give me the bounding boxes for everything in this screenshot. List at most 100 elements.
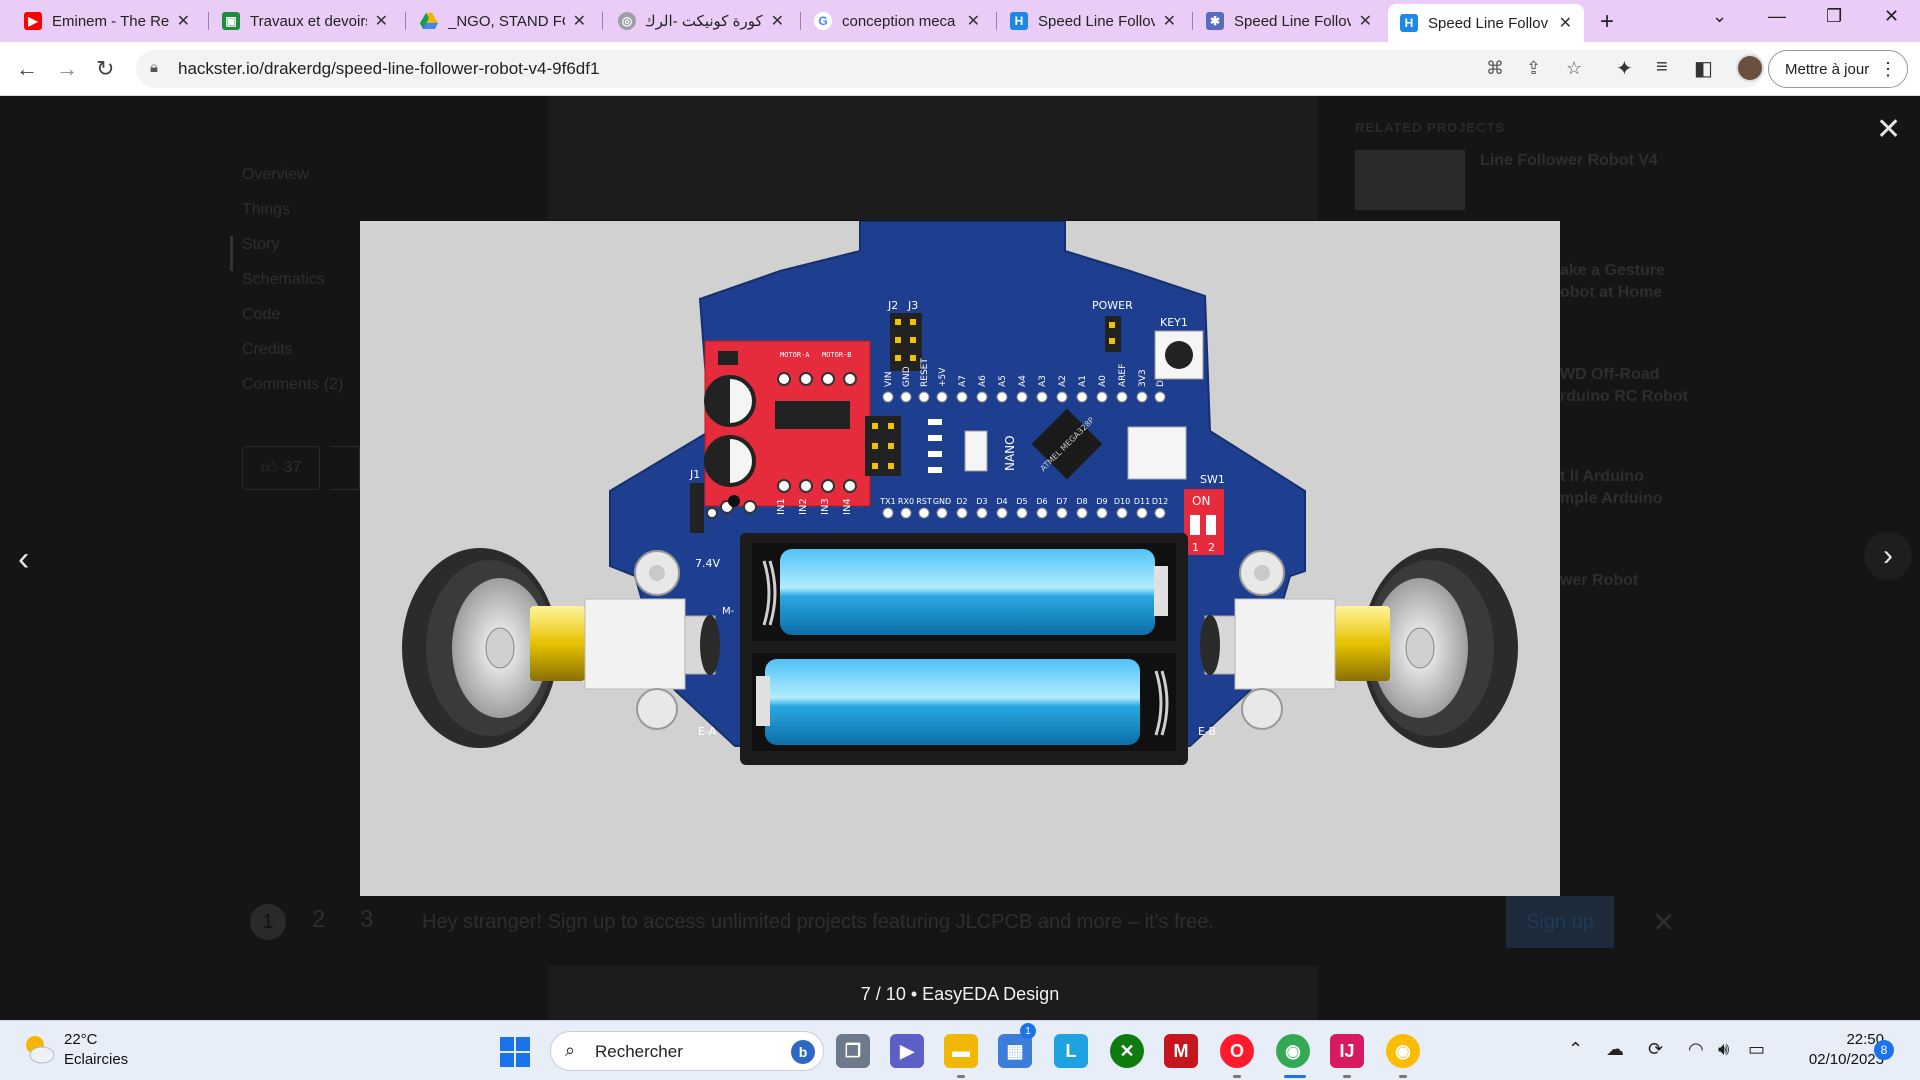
close-icon[interactable]: ✕ (375, 11, 388, 31)
tab-easyeda[interactable]: ✱ Speed Line Follov ✕ (1194, 4, 1384, 38)
restore-icon[interactable]: ❐ (1826, 6, 1842, 27)
chrome-profile-icon[interactable]: ◉ (1386, 1034, 1420, 1068)
weather-icon[interactable] (22, 1033, 56, 1065)
window-close-icon[interactable]: ✕ (1884, 6, 1899, 27)
related-item[interactable]: rduino RC Robot (1560, 386, 1688, 408)
banner-close-icon[interactable]: ✕ (1652, 906, 1675, 939)
microsoft-store-icon[interactable]: ▦ (998, 1034, 1032, 1068)
pin-label: AREF (1118, 364, 1128, 387)
weather-description[interactable]: Eclaircies (64, 1051, 128, 1068)
side-nav-code[interactable]: Code (242, 306, 343, 341)
side-nav-comments[interactable]: Comments (2) (242, 376, 343, 411)
close-icon[interactable]: ✕ (1359, 11, 1372, 31)
pin-label: A5 (998, 375, 1008, 387)
tab-youtube[interactable]: ▶ Eminem - The Re ✕ (12, 4, 202, 38)
pager-1[interactable]: 1 (250, 904, 286, 940)
chrome-icon[interactable]: ◉ (1276, 1034, 1310, 1068)
signup-message: Hey stranger! Sign up to access unlimite… (422, 911, 1214, 933)
update-button[interactable]: Mettre à jour ⋮ (1768, 50, 1908, 88)
reading-list-icon[interactable]: ≡ (1656, 56, 1668, 79)
show-hidden-icons-icon[interactable]: ⌃ (1568, 1039, 1583, 1060)
tab-search-icon[interactable]: ⌄ (1712, 6, 1727, 27)
related-item[interactable]: Line Follower Robot V4 (1480, 150, 1658, 172)
search-icon: ⌕ (565, 1040, 576, 1060)
menu-dots-icon[interactable]: ⋮ (1879, 59, 1897, 80)
tab-classroom[interactable]: ▣ Travaux et devoirs ✕ (210, 4, 400, 38)
tab-hackster-active[interactable]: H Speed Line Follov ✕ (1388, 4, 1584, 42)
side-nav-things[interactable]: Things (242, 201, 343, 236)
respect-button[interactable]: 👍︎ 37 (242, 446, 320, 490)
close-icon[interactable]: ✕ (573, 11, 586, 31)
minimize-icon[interactable]: — (1768, 6, 1786, 27)
tab-title: كورة كونيكت -الرك (646, 13, 763, 30)
reload-icon[interactable]: ↻ (96, 56, 114, 82)
new-tab-button[interactable]: + (1600, 8, 1614, 36)
forward-icon[interactable]: → (56, 56, 78, 82)
bing-icon[interactable]: b (791, 1040, 815, 1064)
tab-hackster-1[interactable]: H Speed Line Follov ✕ (998, 4, 1188, 38)
onedrive-icon[interactable]: ☁ (1606, 1039, 1624, 1060)
bookmark-button[interactable] (330, 446, 360, 490)
address-bar[interactable]: 🔒︎ hackster.io/drakerdg/speed-line-follo… (136, 50, 1764, 88)
start-button[interactable] (500, 1037, 530, 1067)
related-item[interactable]: ake a Gesture (1560, 260, 1665, 282)
battery-icon[interactable]: ▭ (1748, 1039, 1765, 1060)
teams-chat-icon[interactable]: ▶ (890, 1034, 924, 1068)
bookmark-star-icon[interactable]: ☆ (1566, 58, 1582, 79)
tab-kooora[interactable]: ◎ كورة كونيكت -الرك ✕ (606, 4, 796, 38)
close-icon[interactable]: ✕ (177, 11, 190, 31)
tab-drive[interactable]: _NGO, STAND FO ✕ (408, 4, 598, 38)
close-icon[interactable]: ✕ (967, 11, 980, 31)
related-item[interactable]: obot at Home (1560, 282, 1662, 304)
related-item[interactable]: mple Arduino (1560, 488, 1663, 510)
wifi-icon[interactable]: ◠ (1688, 1039, 1704, 1060)
volume-icon[interactable]: 🔊︎ (1718, 1039, 1729, 1060)
share-icon[interactable]: ⇪ (1526, 58, 1541, 79)
side-nav-schematics[interactable]: Schematics (242, 271, 343, 306)
lightbox-next-button[interactable]: › (1864, 532, 1912, 580)
lightbox-close-icon[interactable]: ✕ (1876, 112, 1901, 147)
pin-label: IN3 (820, 498, 831, 515)
pager-3[interactable]: 3 (360, 906, 373, 934)
notification-badge[interactable]: 8 (1874, 1040, 1894, 1060)
close-icon[interactable]: ✕ (1163, 11, 1176, 31)
task-view-icon[interactable]: ❐ (836, 1034, 870, 1068)
avatar[interactable] (1736, 54, 1764, 82)
lexicon-icon[interactable]: L (1054, 1034, 1088, 1068)
translate-icon[interactable]: ⌘ (1486, 58, 1504, 79)
sync-icon[interactable]: ⟳ (1648, 1039, 1663, 1060)
power-label: POWER (1092, 299, 1133, 312)
background-image (548, 96, 1318, 220)
lock-icon[interactable]: 🔒︎ (150, 59, 158, 76)
extensions-icon[interactable]: ✦ (1616, 56, 1633, 81)
lightbox-prev-icon[interactable]: ‹ (18, 540, 29, 579)
taskbar-search[interactable]: ⌕ Rechercher b (550, 1031, 824, 1071)
xbox-icon[interactable]: ✕ (1110, 1034, 1144, 1068)
related-thumbnail[interactable] (1355, 150, 1465, 210)
intellij-icon[interactable]: IJ (1330, 1034, 1364, 1068)
hackster-icon: H (1010, 12, 1028, 30)
weather-temperature[interactable]: 22°C (64, 1031, 98, 1048)
tab-google[interactable]: G conception meca ✕ (802, 4, 992, 38)
close-icon[interactable]: ✕ (771, 11, 784, 31)
side-nav-overview[interactable]: Overview (242, 166, 343, 201)
pin-label: D11 (1134, 497, 1150, 506)
back-icon[interactable]: ← (16, 56, 38, 82)
taskbar: 22°C Eclaircies ⌕ Rechercher b ❐ ▶ ▬ ▦ 1… (0, 1020, 1920, 1080)
pin-label: A6 (978, 375, 988, 387)
url-text[interactable]: hackster.io/drakerdg/speed-line-follower… (178, 59, 599, 79)
opera-icon[interactable]: O (1220, 1034, 1254, 1068)
file-explorer-icon[interactable]: ▬ (944, 1034, 978, 1068)
pin-label: D12 (1152, 497, 1168, 506)
clock-date[interactable]: 02/10/2023 (1786, 1051, 1884, 1068)
side-nav-credits[interactable]: Credits (242, 341, 343, 376)
related-item[interactable]: t ll Arduino (1560, 466, 1644, 488)
close-icon[interactable]: ✕ (1559, 13, 1572, 33)
side-nav-story[interactable]: Story (230, 236, 343, 271)
signup-button[interactable]: Sign up (1506, 896, 1614, 948)
related-item[interactable]: wer Robot (1560, 570, 1638, 592)
pager-2[interactable]: 2 (312, 906, 325, 934)
side-panel-icon[interactable]: ◧ (1694, 56, 1713, 81)
related-item[interactable]: WD Off-Road (1560, 364, 1660, 386)
mcafee-icon[interactable]: M (1164, 1034, 1198, 1068)
